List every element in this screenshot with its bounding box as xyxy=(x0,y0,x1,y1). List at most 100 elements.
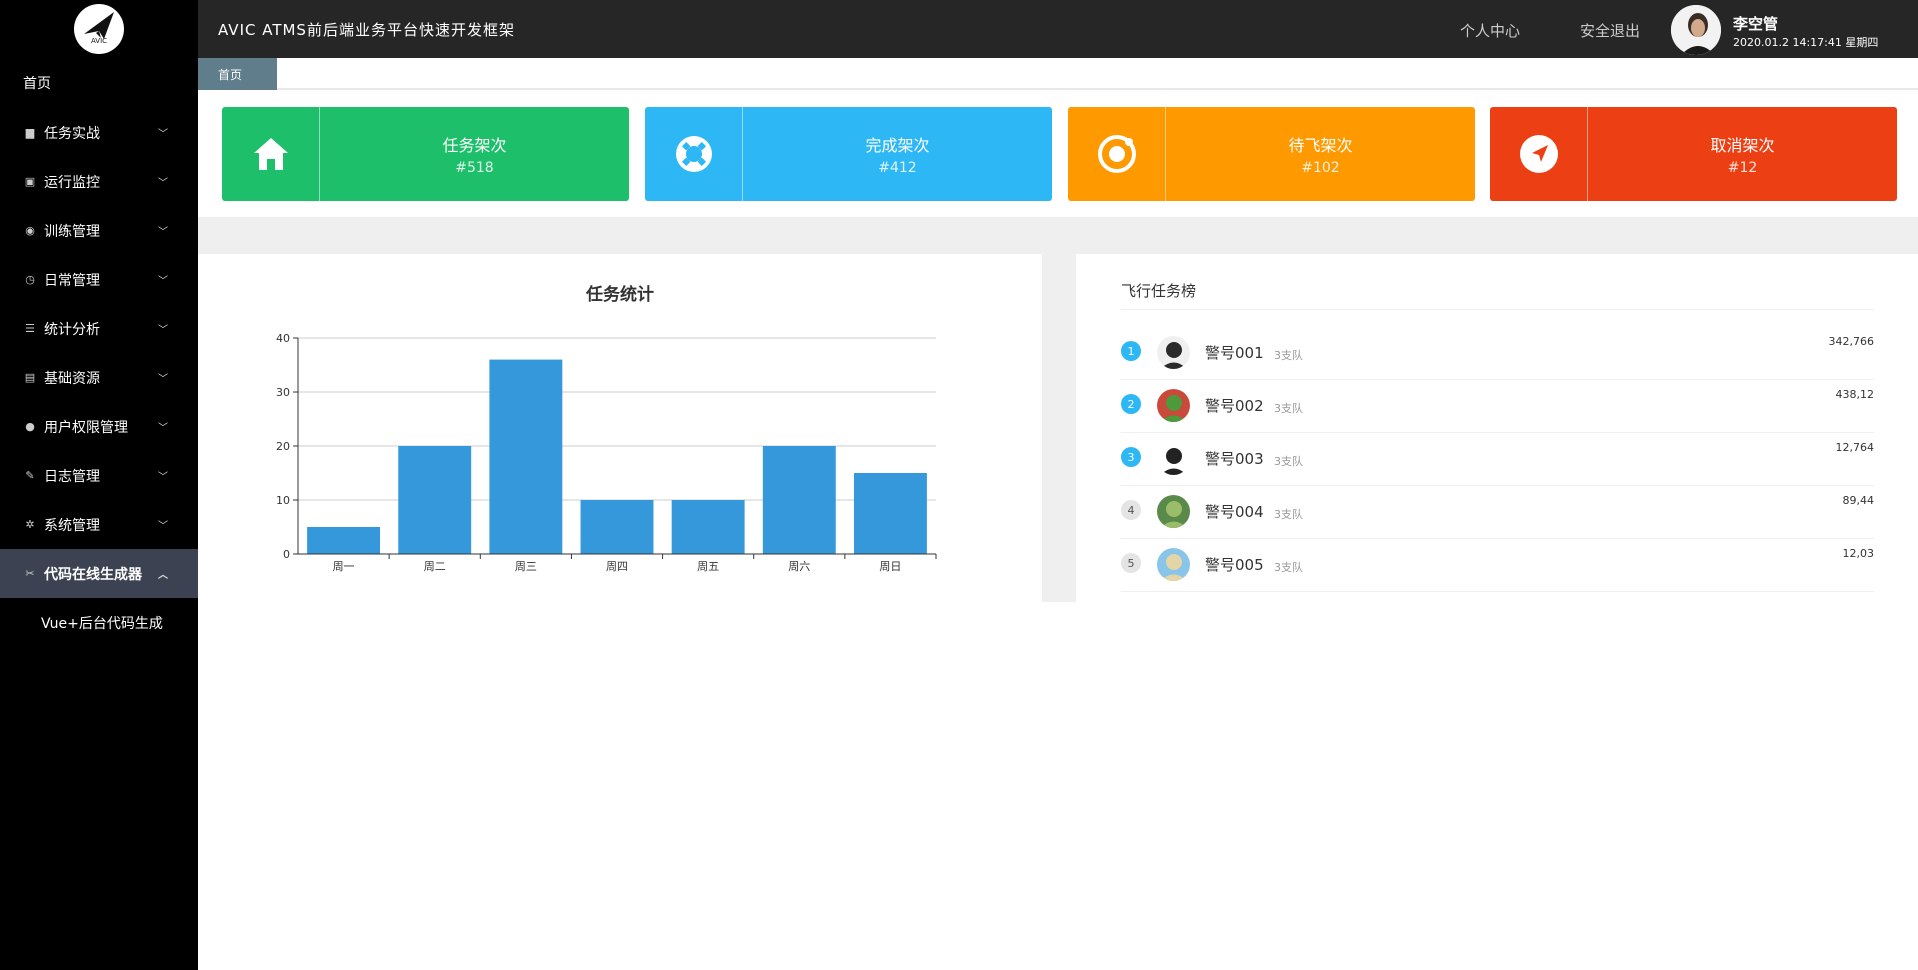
sidebar-item-2[interactable]: ▣ 运行监控 ﹀ xyxy=(0,157,198,206)
sidebar-item-label: 日志管理 xyxy=(44,468,100,485)
navigate-icon xyxy=(1519,135,1558,173)
ranking-row[interactable]: 4 警号004 3支队 89,44 xyxy=(1121,486,1874,539)
user-avatar[interactable] xyxy=(1671,5,1721,55)
chevron-up-icon: ︿ xyxy=(158,570,168,581)
section-divider xyxy=(198,217,1918,254)
chart-icon: ▣ xyxy=(24,175,36,188)
stat-card-cancelled[interactable]: 取消架次 #12 xyxy=(1490,107,1897,201)
sidebar-item-label: 统计分析 xyxy=(44,321,100,338)
sidebar-menu: ▆ 任务实战 ﹀ ▣ 运行监控 ﹀ ◉ 训练管理 ﹀ ◷ 日常管理 ﹀ ☰ 统计分析 ﹀ ▤ 基础资源 ﹀ ● 用户权… xyxy=(0,108,198,598)
bar xyxy=(671,500,745,554)
y-tick-label: 0 xyxy=(283,548,290,561)
x-tick-label: 周日 xyxy=(879,560,901,573)
sidebar-item-5[interactable]: ☰ 统计分析 ﹀ xyxy=(0,304,198,353)
globe-icon: ◉ xyxy=(25,224,35,237)
chevron-down-icon: ﹀ xyxy=(158,472,168,483)
stat-icon-box xyxy=(222,107,320,201)
rank-number: 2 xyxy=(1121,394,1141,414)
sidebar-subitem-vue-codegen[interactable]: Vue+后台代码生成 xyxy=(0,598,198,648)
gear-icon: ✲ xyxy=(25,518,35,531)
sidebar-item-label: 代码在线生成器 xyxy=(44,566,142,583)
user-name: 李空管 xyxy=(1733,15,1779,33)
bar xyxy=(580,500,654,554)
stat-icon-box xyxy=(1490,107,1588,201)
chevron-down-icon: ﹀ xyxy=(158,521,168,532)
rank-name: 警号003 xyxy=(1205,450,1264,468)
panel-gutter xyxy=(1042,254,1076,602)
ranking-row[interactable]: 3 警号003 3支队 12,764 xyxy=(1121,433,1874,486)
rank-team: 3支队 xyxy=(1274,561,1303,574)
chevron-down-icon: ﹀ xyxy=(158,374,168,385)
rank-number: 5 xyxy=(1121,553,1141,573)
rank-name: 警号002 xyxy=(1205,397,1264,415)
ranking-row[interactable]: 5 警号005 3支队 12,03 xyxy=(1121,539,1874,592)
rank-name: 警号005 xyxy=(1205,556,1264,574)
rank-value: 12,03 xyxy=(1842,547,1875,560)
task-stats-panel: 任务统计 0 10 20 30 40 周一 周二 周三 周四 周五 周六 周日 xyxy=(198,254,1042,602)
tools-icon: ✂ xyxy=(25,567,35,580)
stat-value: #102 xyxy=(1301,160,1340,176)
stat-card-pending[interactable]: 待飞架次 #102 xyxy=(1068,107,1475,201)
stat-icon-box xyxy=(645,107,743,201)
stat-title: 任务架次 xyxy=(442,136,507,155)
rank-value: 438,12 xyxy=(1835,388,1875,401)
user-avatar-image-icon xyxy=(1671,5,1721,55)
x-tick-label: 周三 xyxy=(515,560,537,573)
ranking-row[interactable]: 1 警号001 3支队 342,766 xyxy=(1121,327,1874,380)
top-header: AVIC ATMS前后端业务平台快速开发框架 个人中心 安全退出 李空管 202… xyxy=(198,0,1918,58)
app-root: AVIC 首页 ▆ 任务实战 ﹀ ▣ 运行监控 ﹀ ◉ 训练管理 ﹀ ◷ 日常管理 ﹀ ☰ 统计分析 ﹀ ▤ 基… xyxy=(0,0,1918,970)
sidebar-item-8[interactable]: ✎ 日志管理 ﹀ xyxy=(0,451,198,500)
stat-value: #412 xyxy=(878,160,917,176)
avatar xyxy=(1157,548,1190,581)
stat-text: 任务架次 #518 xyxy=(320,107,629,201)
sidebar-item-label: 日常管理 xyxy=(44,272,100,289)
chevron-down-icon: ﹀ xyxy=(158,227,168,238)
avatar xyxy=(1157,495,1190,528)
flight-ranking-panel: 飞行任务榜 1 警号001 3支队 342,766 2 警号002 3支队 438,12 3 警号… xyxy=(1076,254,1918,602)
rank-value: 12,764 xyxy=(1835,441,1875,454)
bar-chart: 0 10 20 30 40 周一 周二 周三 周四 周五 周六 周日 xyxy=(276,332,937,573)
avic-logo-icon: AVIC xyxy=(74,4,124,54)
sidebar-item-9[interactable]: ✲ 系统管理 ﹀ xyxy=(0,500,198,549)
rank-number: 4 xyxy=(1121,500,1141,520)
sidebar-item-label: 基础资源 xyxy=(44,370,100,387)
y-tick-label: 30 xyxy=(276,386,290,399)
sidebar-item-10[interactable]: ✂ 代码在线生成器 ︿ xyxy=(0,549,198,598)
rank-team: 3支队 xyxy=(1274,402,1303,415)
logout-link[interactable]: 安全退出 xyxy=(1580,20,1640,41)
stat-card-tasks[interactable]: 任务架次 #518 xyxy=(222,107,629,201)
ionic-icon xyxy=(1097,135,1136,173)
stat-text: 待飞架次 #102 xyxy=(1166,107,1475,201)
stat-card-completed[interactable]: 完成架次 #412 xyxy=(645,107,1052,201)
sidebar-item-4[interactable]: ◷ 日常管理 ﹀ xyxy=(0,255,198,304)
stat-title: 完成架次 xyxy=(865,136,930,155)
sidebar-item-3[interactable]: ◉ 训练管理 ﹀ xyxy=(0,206,198,255)
sidebar-item-1[interactable]: ▆ 任务实战 ﹀ xyxy=(0,108,198,157)
ranking-title: 飞行任务榜 xyxy=(1121,282,1197,300)
sidebar: AVIC 首页 ▆ 任务实战 ﹀ ▣ 运行监控 ﹀ ◉ 训练管理 ﹀ ◷ 日常管理 ﹀ ☰ 统计分析 ﹀ ▤ 基… xyxy=(0,0,198,970)
logo-text: AVIC xyxy=(90,37,108,45)
logo[interactable]: AVIC xyxy=(0,0,198,58)
x-tick-label: 周一 xyxy=(333,560,355,573)
stat-title: 待飞架次 xyxy=(1288,136,1353,155)
sidebar-item-label: 训练管理 xyxy=(44,223,100,240)
rank-value: 342,766 xyxy=(1828,335,1875,348)
sidebar-item-7[interactable]: ● 用户权限管理 ﹀ xyxy=(0,402,198,451)
profile-link[interactable]: 个人中心 xyxy=(1460,20,1520,41)
edit-icon: ✎ xyxy=(25,469,35,482)
x-tick-label: 周六 xyxy=(788,560,810,573)
stat-icon-box xyxy=(1068,107,1166,201)
bar xyxy=(762,446,836,554)
app-title: AVIC ATMS前后端业务平台快速开发框架 xyxy=(218,21,515,39)
avatar xyxy=(1157,336,1190,369)
x-tick-label: 周二 xyxy=(424,560,446,573)
rank-team: 3支队 xyxy=(1274,455,1303,468)
sidebar-item-6[interactable]: ▤ 基础资源 ﹀ xyxy=(0,353,198,402)
chevron-down-icon: ﹀ xyxy=(158,325,168,336)
breadcrumb-tab-home[interactable]: 首页 xyxy=(198,58,277,90)
sidebar-item-home[interactable]: 首页 xyxy=(0,58,198,108)
ranking-row[interactable]: 2 警号002 3支队 438,12 xyxy=(1121,380,1874,433)
chevron-down-icon: ﹀ xyxy=(158,178,168,189)
chevron-down-icon: ﹀ xyxy=(158,276,168,287)
stat-value: #518 xyxy=(455,160,494,176)
